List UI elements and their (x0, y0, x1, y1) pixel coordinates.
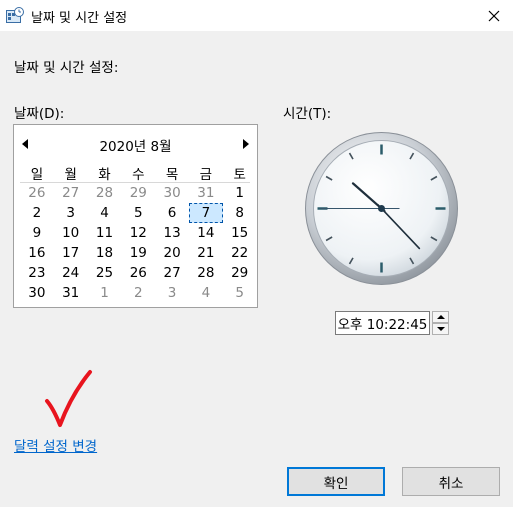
title-bar: 날짜 및 시간 설정 (0, 0, 513, 31)
calendar-day[interactable]: 12 (121, 223, 155, 243)
time-spinner[interactable] (432, 311, 449, 335)
clock-face (305, 132, 458, 285)
calendar-day[interactable]: 21 (189, 243, 223, 263)
time-input[interactable]: 오후 10:22:45 (335, 311, 430, 335)
window-title: 날짜 및 시간 설정 (31, 11, 128, 26)
date-label: 날짜(D): (14, 106, 65, 122)
calendar-day[interactable]: 10 (54, 223, 88, 243)
date-time-icon (6, 7, 24, 23)
calendar-day[interactable]: 3 (155, 283, 189, 303)
calendar-day[interactable]: 6 (155, 203, 189, 223)
calendar-day[interactable]: 29 (223, 263, 257, 283)
calendar-day[interactable]: 28 (189, 263, 223, 283)
calendar-day[interactable]: 2 (121, 283, 155, 303)
calendar-day[interactable]: 3 (54, 203, 88, 223)
time-label: 시간(T): (283, 106, 332, 122)
calendar-day[interactable]: 11 (88, 223, 122, 243)
calendar-month-title[interactable]: 2020년 8월 (14, 135, 257, 155)
calendar-day[interactable]: 23 (20, 263, 54, 283)
next-month-icon[interactable] (243, 139, 249, 149)
calendar-day[interactable]: 31 (189, 183, 223, 203)
calendar-day[interactable]: 30 (20, 283, 54, 303)
analog-clock (304, 131, 459, 286)
calendar-day[interactable]: 25 (88, 263, 122, 283)
ok-button[interactable]: 확인 (287, 467, 385, 496)
calendar-day[interactable]: 17 (54, 243, 88, 263)
calendar-day[interactable]: 5 (223, 283, 257, 303)
calendar-grid: 일 월 화 수 목 금 토 26 27 28 29 30 31 1 2 3 4 5 6 7 8 9 10 11 12 13 14 15… (20, 163, 257, 303)
calendar-day[interactable]: 1 (88, 283, 122, 303)
calendar-day[interactable]: 5 (121, 203, 155, 223)
calendar-day[interactable]: 26 (20, 183, 54, 203)
calendar-day[interactable]: 4 (189, 283, 223, 303)
calendar-day[interactable]: 24 (54, 263, 88, 283)
weekday-header: 수 (132, 167, 145, 183)
calendar-divider (20, 182, 250, 183)
calendar-header: 2020년 8월 (14, 133, 257, 155)
dialog-heading: 날짜 및 시간 설정: (14, 60, 119, 76)
calendar-day[interactable]: 22 (223, 243, 257, 263)
calendar-day[interactable]: 1 (223, 183, 257, 203)
calendar[interactable]: 2020년 8월 일 월 화 수 목 금 토 26 27 28 29 30 31 1 2 3 4 5 6 7 8 9 10 1… (13, 124, 258, 308)
calendar-day[interactable]: 30 (155, 183, 189, 203)
calendar-day[interactable]: 29 (121, 183, 155, 203)
calendar-day[interactable]: 28 (88, 183, 122, 203)
calendar-day[interactable]: 13 (155, 223, 189, 243)
calendar-day[interactable]: 20 (155, 243, 189, 263)
calendar-day[interactable]: 8 (223, 203, 257, 223)
calendar-day[interactable]: 4 (88, 203, 122, 223)
change-calendar-settings-link[interactable]: 달력 설정 변경 (14, 435, 97, 455)
checkmark-annotation-icon (45, 370, 92, 427)
close-button[interactable] (475, 0, 513, 31)
calendar-day[interactable]: 18 (88, 243, 122, 263)
calendar-day[interactable]: 16 (20, 243, 54, 263)
calendar-day[interactable]: 19 (121, 243, 155, 263)
weekday-header: 월 (64, 167, 77, 183)
calendar-day[interactable]: 31 (54, 283, 88, 303)
calendar-day[interactable]: 14 (189, 223, 223, 243)
spin-down-button[interactable] (432, 323, 449, 335)
calendar-day[interactable]: 2 (20, 203, 54, 223)
weekday-header: 화 (98, 167, 111, 183)
weekday-header: 토 (233, 167, 246, 183)
arrow-up-icon (436, 315, 445, 319)
calendar-day[interactable]: 7 (188, 203, 223, 223)
cancel-button[interactable]: 취소 (402, 467, 500, 496)
calendar-day[interactable]: 27 (54, 183, 88, 203)
calendar-day[interactable]: 26 (121, 263, 155, 283)
calendar-day[interactable]: 15 (223, 223, 257, 243)
weekday-header: 목 (165, 167, 179, 183)
calendar-day[interactable]: 27 (155, 263, 189, 283)
spin-up-button[interactable] (432, 311, 449, 323)
weekday-header: 금 (199, 167, 213, 183)
arrow-down-icon (436, 327, 445, 331)
weekday-header: 일 (30, 167, 44, 183)
calendar-day[interactable]: 9 (20, 223, 54, 243)
close-icon (488, 10, 500, 21)
